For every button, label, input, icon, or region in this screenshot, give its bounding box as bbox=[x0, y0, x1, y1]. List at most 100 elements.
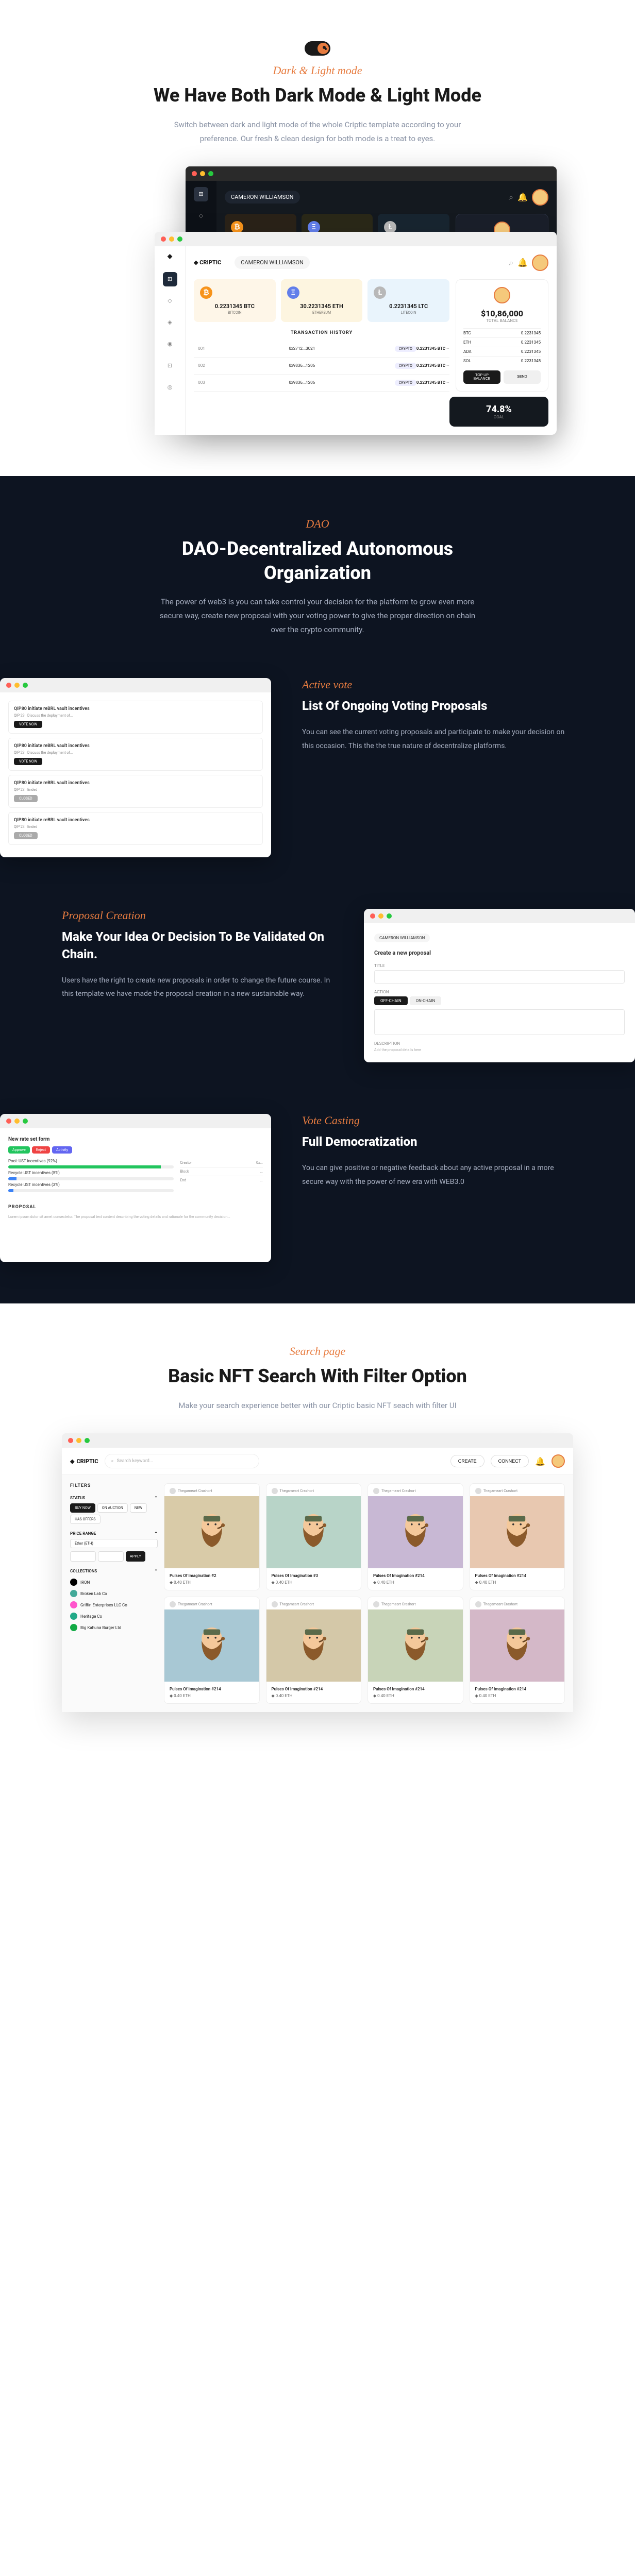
balance-value: $10,86,000 bbox=[463, 309, 541, 318]
connect-button[interactable]: CONNECT bbox=[491, 1455, 529, 1467]
tx-row[interactable]: 0030x9836...1206CRYPTO0.2231345 BTC⋯ bbox=[194, 375, 449, 392]
avatar[interactable] bbox=[532, 189, 548, 206]
nft-card[interactable]: Thegameart Crashort Pulses Of Imaginatio… bbox=[266, 1597, 362, 1704]
section-eyebrow: Dark & Light mode bbox=[62, 64, 573, 77]
chevron-up-icon[interactable]: ⌃ bbox=[154, 1569, 158, 1573]
status-label: STATUS bbox=[70, 1496, 85, 1500]
chevron-up-icon[interactable]: ⌃ bbox=[154, 1496, 158, 1500]
creator-label: Thegameart Crashort bbox=[373, 1601, 458, 1607]
nav-home-icon[interactable]: ⊞ bbox=[163, 272, 177, 286]
bell-icon[interactable]: 🔔 bbox=[517, 192, 528, 202]
send-button[interactable]: SEND bbox=[504, 370, 541, 384]
crypto-card-eth[interactable]: Ξ30.2231345 ETHETHEREUM bbox=[281, 279, 363, 322]
creator-label: Thegameart Crashort bbox=[272, 1601, 356, 1607]
crypto-card-ltc[interactable]: Ł0.2231345 LTCLITECOIN bbox=[367, 279, 449, 322]
nav-icon[interactable]: ⊡ bbox=[163, 359, 177, 373]
search-input[interactable]: ⌕ Search keyword... bbox=[105, 1454, 259, 1468]
collection-item[interactable]: Griffin Enterprises LLC Co bbox=[70, 1599, 158, 1611]
collection-item[interactable]: Heritage Co bbox=[70, 1611, 158, 1622]
status-pill[interactable]: NEW bbox=[130, 1503, 147, 1513]
vote-button[interactable]: CLOSED bbox=[14, 795, 38, 802]
vote-button[interactable]: VOTE NOW bbox=[14, 758, 42, 765]
section-subtitle: Make your search experience better with … bbox=[158, 1399, 477, 1413]
nav-icon[interactable]: ◎ bbox=[163, 380, 177, 395]
dark-mode-toggle-icon bbox=[305, 41, 330, 56]
section-title: DAO-Decentralized Autonomous Organizatio… bbox=[163, 537, 472, 585]
nft-name: Pulses Of Imagination #2 bbox=[170, 1573, 254, 1578]
nft-card[interactable]: Thegameart Crashort Pulses Of Imaginatio… bbox=[470, 1597, 565, 1704]
avatar bbox=[494, 287, 510, 303]
user-chip[interactable]: CAMERON WILLIAMSON bbox=[225, 191, 300, 204]
nav-icon[interactable]: ◉ bbox=[163, 337, 177, 351]
vote-item[interactable]: QIP80 initiate reBRL vault incentivesQIP… bbox=[8, 738, 263, 771]
tx-row[interactable]: 0020x9836...1206CRYPTO0.2231345 BTC⋯ bbox=[194, 358, 449, 375]
vote-button[interactable]: VOTE NOW bbox=[14, 721, 42, 728]
status-pill[interactable]: BUY NOW bbox=[70, 1503, 95, 1513]
onchain-tab[interactable]: ON-CHAIN bbox=[410, 996, 442, 1005]
collection-item[interactable]: Broken Lab Co bbox=[70, 1588, 158, 1599]
vote-option[interactable]: Pool: UST incentives (92%) bbox=[8, 1159, 174, 1168]
user-chip: CAMERON WILLIAMSON bbox=[374, 934, 430, 942]
proposal-form-mockup: CAMERON WILLIAMSON Create a new proposal… bbox=[364, 909, 635, 1062]
action-label: ACTION bbox=[374, 990, 625, 994]
vote-tag[interactable]: Reject bbox=[32, 1146, 50, 1154]
vote-tag[interactable]: Approve bbox=[8, 1146, 30, 1154]
nav-icon[interactable]: ◈ bbox=[163, 315, 177, 330]
brand: ◆ CRIPTIC bbox=[194, 259, 221, 266]
section-title: Basic NFT Search With Filter Option bbox=[62, 1364, 573, 1388]
feature-body: You can give positive or negative feedba… bbox=[302, 1161, 573, 1189]
vote-button[interactable]: CLOSED bbox=[14, 832, 38, 839]
bell-icon[interactable]: 🔔 bbox=[517, 258, 528, 267]
nft-card[interactable]: Thegameart Crashort Pulses Of Imaginatio… bbox=[367, 1483, 463, 1590]
tx-row[interactable]: 0010x2712...3021CRYPTO0.2231345 BTC⋯ bbox=[194, 341, 449, 358]
avatar[interactable] bbox=[532, 255, 548, 271]
nft-card[interactable]: Thegameart Crashort Pulses Of Imaginatio… bbox=[266, 1483, 362, 1590]
user-chip[interactable]: CAMERON WILLIAMSON bbox=[235, 256, 310, 269]
section-eyebrow: DAO bbox=[62, 517, 573, 531]
status-pill[interactable]: ON AUCTION bbox=[97, 1503, 128, 1513]
vote-item[interactable]: QIP80 initiate reBRL vault incentivesQIP… bbox=[8, 701, 263, 734]
filters-title: FILTERS bbox=[70, 1483, 158, 1488]
nav-icon[interactable]: ◇ bbox=[194, 209, 208, 223]
offchain-tab[interactable]: OFF-CHAIN bbox=[374, 996, 408, 1005]
currency-select[interactable]: Ether (ETH) bbox=[70, 1539, 158, 1548]
nav-home-icon[interactable]: ⊞ bbox=[194, 187, 208, 201]
nav-icon[interactable]: ◇ bbox=[163, 294, 177, 308]
vote-item[interactable]: QIP80 initiate reBRL vault incentivesQIP… bbox=[8, 775, 263, 808]
feature-title: List Of Ongoing Voting Proposals bbox=[302, 698, 573, 715]
crypto-card-btc[interactable]: ₿0.2231345 BTCBITCOIN bbox=[194, 279, 276, 322]
vote-item[interactable]: QIP80 initiate reBRL vault incentivesQIP… bbox=[8, 812, 263, 845]
apply-button[interactable]: APPLY bbox=[126, 1551, 145, 1562]
nft-name: Pulses Of Imagination #214 bbox=[272, 1687, 356, 1691]
vote-option[interactable]: Recycle UST incentives (5%) bbox=[8, 1171, 174, 1180]
chevron-up-icon[interactable]: ⌃ bbox=[154, 1531, 158, 1536]
nft-header: ◆ CRIPTIC ⌕ Search keyword... CREATE CON… bbox=[62, 1448, 573, 1475]
nft-card[interactable]: Thegameart Crashort Pulses Of Imaginatio… bbox=[367, 1597, 463, 1704]
action-input[interactable] bbox=[374, 1009, 625, 1035]
nft-card[interactable]: Thegameart Crashort Pulses Of Imaginatio… bbox=[164, 1483, 260, 1590]
search-icon[interactable]: ⌕ bbox=[509, 258, 513, 268]
nft-image bbox=[368, 1609, 463, 1682]
collection-item[interactable]: Big Kahuna Burger Ltd bbox=[70, 1622, 158, 1633]
avatar[interactable] bbox=[552, 1454, 565, 1468]
nft-card[interactable]: Thegameart Crashort Pulses Of Imaginatio… bbox=[164, 1597, 260, 1704]
title-input[interactable] bbox=[374, 970, 625, 984]
vote-tag[interactable]: Activity bbox=[52, 1146, 72, 1154]
price-min-input[interactable] bbox=[70, 1551, 96, 1562]
bell-icon[interactable]: 🔔 bbox=[535, 1456, 545, 1466]
nft-card[interactable]: Thegameart Crashort Pulses Of Imaginatio… bbox=[470, 1483, 565, 1590]
vote-option[interactable]: Recycle UST incentives (3%) bbox=[8, 1182, 174, 1192]
section-title: We Have Both Dark Mode & Light Mode bbox=[62, 83, 573, 108]
nft-image bbox=[470, 1496, 565, 1568]
brand-logo[interactable]: ◆ CRIPTIC bbox=[70, 1458, 98, 1465]
section-subtitle: The power of web3 is you can take contro… bbox=[158, 595, 477, 637]
topup-button[interactable]: TOP UP BALANCE bbox=[463, 370, 500, 384]
nft-image bbox=[266, 1496, 361, 1568]
balance-card: $10,86,000 TOTAL BALANCE BTC0.2231345ETH… bbox=[456, 279, 548, 392]
search-icon[interactable]: ⌕ bbox=[509, 192, 513, 202]
collection-item[interactable]: IRON bbox=[70, 1577, 158, 1588]
status-pill[interactable]: HAS OFFERS bbox=[70, 1515, 101, 1524]
create-button[interactable]: CREATE bbox=[450, 1455, 484, 1467]
price-max-input[interactable] bbox=[98, 1551, 124, 1562]
dashboard-mockups: ⊞ ◇ ◈ ◉ ⊡ CAMERON WILLIAMSON ⌕ 🔔 bbox=[62, 166, 573, 435]
